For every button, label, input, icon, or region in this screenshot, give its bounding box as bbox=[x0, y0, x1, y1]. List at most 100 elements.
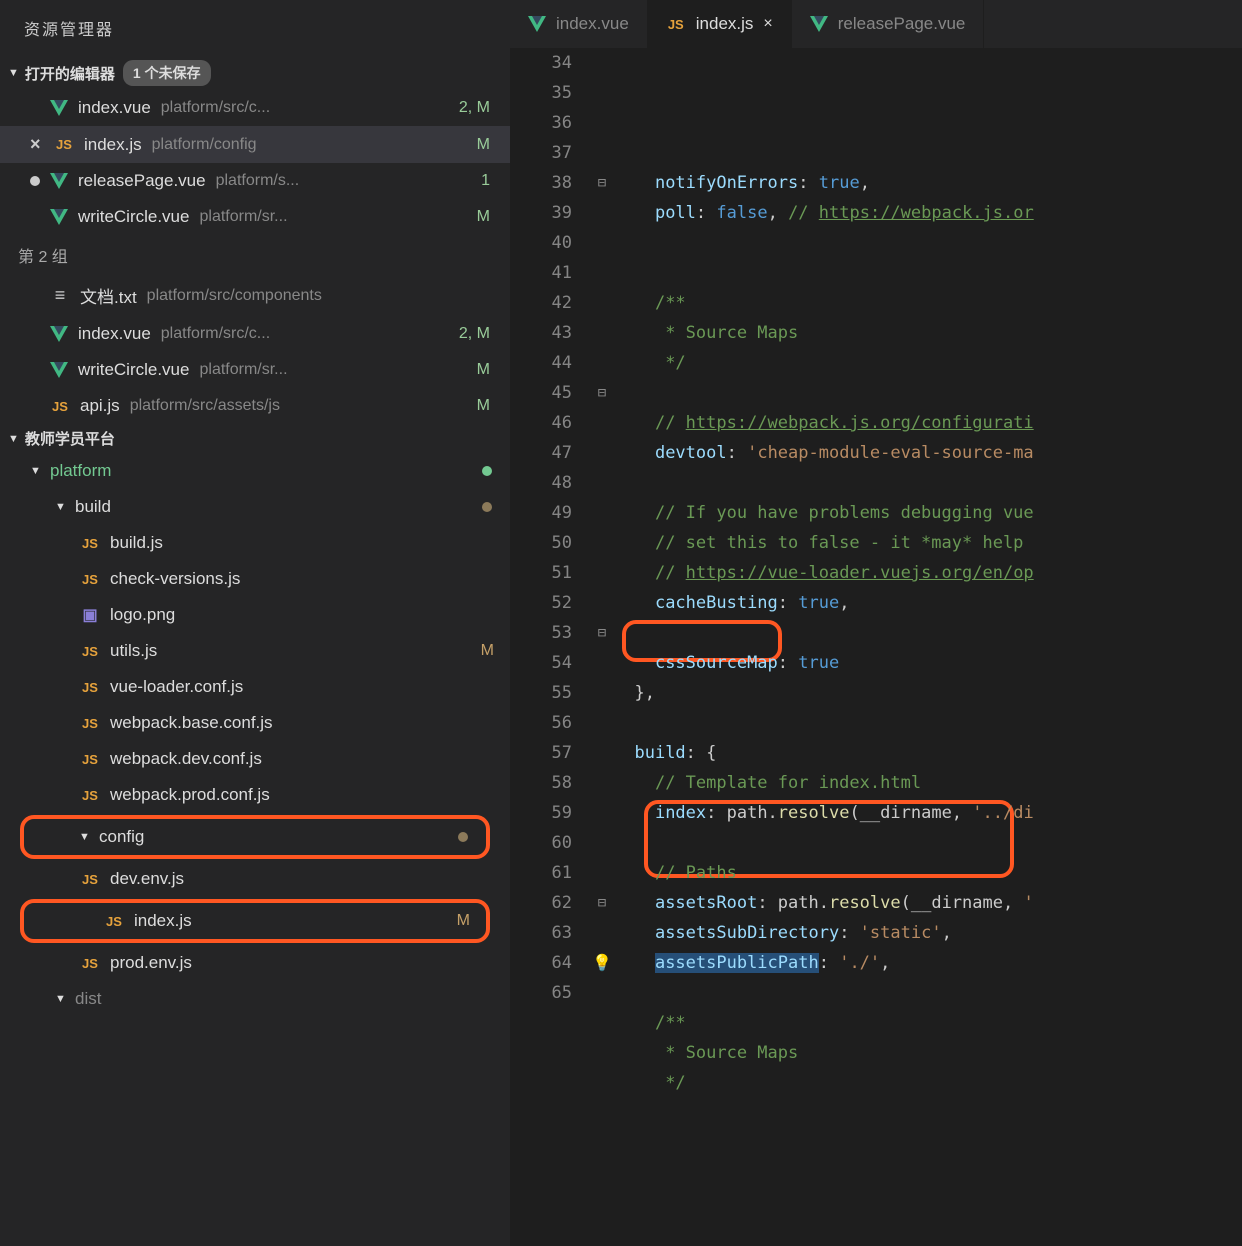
line-number: 41 bbox=[510, 258, 572, 288]
code-line[interactable]: // https://webpack.js.org/configurati bbox=[614, 408, 1242, 438]
line-number: 50 bbox=[510, 528, 572, 558]
file-item[interactable]: JSwebpack.prod.conf.js bbox=[0, 777, 510, 813]
code-line[interactable] bbox=[614, 618, 1242, 648]
code-line[interactable]: assetsRoot: path.resolve(__dirname, ' bbox=[614, 888, 1242, 918]
code-line[interactable]: notifyOnErrors: true, bbox=[614, 168, 1242, 198]
code-line[interactable] bbox=[614, 258, 1242, 288]
file-item[interactable]: JSindex.jsM bbox=[24, 903, 486, 939]
code-line[interactable]: poll: false, // https://webpack.js.or bbox=[614, 198, 1242, 228]
code-line[interactable]: // Template for index.html bbox=[614, 768, 1242, 798]
code-line[interactable]: 💡 assetsPublicPath: './', bbox=[614, 948, 1242, 978]
open-editor-item[interactable]: writeCircle.vueplatform/sr...M bbox=[0, 199, 510, 235]
folder-name: dist bbox=[75, 989, 101, 1009]
fold-icon[interactable]: ⊟ bbox=[590, 168, 614, 198]
file-item[interactable]: JSbuild.js bbox=[0, 525, 510, 561]
fold-icon[interactable]: ⊟ bbox=[590, 888, 614, 918]
lightbulb-icon[interactable]: 💡 bbox=[592, 948, 612, 978]
open-editors-header[interactable]: ▼ 打开的编辑器 1 个未保存 bbox=[0, 56, 510, 90]
folder-item[interactable]: ▼build bbox=[0, 489, 510, 525]
highlight-annotation: ▼config bbox=[20, 815, 490, 859]
code-line[interactable]: * Source Maps bbox=[614, 318, 1242, 348]
editor-group-label: 第 2 组 bbox=[0, 235, 510, 275]
code-line[interactable] bbox=[614, 228, 1242, 258]
code-line[interactable] bbox=[614, 978, 1242, 1008]
chevron-down-icon: ▼ bbox=[30, 465, 40, 477]
file-path: platform/src/c... bbox=[161, 99, 449, 117]
code-line[interactable] bbox=[614, 378, 1242, 408]
code-line[interactable]: devtool: 'cheap-module-eval-source-ma bbox=[614, 438, 1242, 468]
file-name: index.vue bbox=[78, 324, 151, 344]
explorer-sidebar: 资源管理器 ▼ 打开的编辑器 1 个未保存 index.vueplatform/… bbox=[0, 0, 510, 1246]
code-line[interactable]: cacheBusting: true, bbox=[614, 588, 1242, 618]
code-line[interactable]: // set this to false - it *may* help bbox=[614, 528, 1242, 558]
editor-tab[interactable]: JSindex.js× bbox=[648, 0, 792, 48]
editor-tab[interactable]: index.vue bbox=[510, 0, 648, 48]
file-item[interactable]: JSdev.env.js bbox=[0, 861, 510, 897]
vcs-dot-icon bbox=[482, 466, 492, 476]
file-item[interactable]: JSvue-loader.conf.js bbox=[0, 669, 510, 705]
open-editor-item[interactable]: writeCircle.vueplatform/sr...M bbox=[0, 352, 510, 388]
code-content[interactable]: notifyOnErrors: true, poll: false, // ht… bbox=[614, 48, 1242, 1246]
code-line[interactable] bbox=[614, 708, 1242, 738]
js-icon: JS bbox=[50, 396, 70, 416]
js-icon: JS bbox=[80, 749, 100, 769]
editor-tab[interactable]: releasePage.vue bbox=[792, 0, 985, 48]
file-item[interactable]: JSwebpack.base.conf.js bbox=[0, 705, 510, 741]
file-item[interactable]: JSwebpack.dev.conf.js bbox=[0, 741, 510, 777]
code-line[interactable]: }, bbox=[614, 678, 1242, 708]
code-line[interactable]: build: { bbox=[614, 738, 1242, 768]
line-number: 52 bbox=[510, 588, 572, 618]
tab-label: index.vue bbox=[556, 14, 629, 34]
fold-icon[interactable]: ⊟ bbox=[590, 618, 614, 648]
file-name: index.js bbox=[84, 135, 142, 155]
fold-spacer bbox=[590, 198, 614, 228]
code-line[interactable]: // Paths bbox=[614, 858, 1242, 888]
code-line[interactable]: // https://vue-loader.vuejs.org/en/op bbox=[614, 558, 1242, 588]
folder-item[interactable]: ▼config bbox=[24, 819, 486, 855]
line-number: 37 bbox=[510, 138, 572, 168]
code-editor[interactable]: 3435363738394041424344454647484950515253… bbox=[510, 48, 1242, 1246]
fold-spacer bbox=[590, 708, 614, 738]
code-line[interactable]: // If you have problems debugging vue bbox=[614, 498, 1242, 528]
open-editor-item[interactable]: JSapi.jsplatform/src/assets/jsM bbox=[0, 388, 510, 424]
open-editor-item[interactable]: ×JSindex.jsplatform/configM bbox=[0, 126, 510, 163]
open-editor-item[interactable]: 文档.txtplatform/src/components bbox=[0, 275, 510, 316]
line-number: 59 bbox=[510, 798, 572, 828]
code-line[interactable]: */ bbox=[614, 1068, 1242, 1098]
file-item[interactable]: logo.png bbox=[0, 597, 510, 633]
close-icon[interactable]: × bbox=[30, 134, 44, 155]
code-line[interactable]: /** bbox=[614, 288, 1242, 318]
code-line[interactable]: index: path.resolve(__dirname, '../di bbox=[614, 798, 1242, 828]
code-line[interactable] bbox=[614, 1098, 1242, 1128]
code-line[interactable]: assetsSubDirectory: 'static', bbox=[614, 918, 1242, 948]
vue-icon bbox=[528, 16, 546, 32]
js-icon: JS bbox=[80, 641, 100, 661]
folder-item[interactable]: ▼dist bbox=[0, 981, 510, 1017]
code-line[interactable]: */ bbox=[614, 348, 1242, 378]
code-line[interactable] bbox=[614, 828, 1242, 858]
js-icon: JS bbox=[104, 911, 124, 931]
vue-icon bbox=[810, 16, 828, 32]
fold-spacer bbox=[590, 348, 614, 378]
code-line[interactable]: * Source Maps bbox=[614, 1038, 1242, 1068]
folder-item[interactable]: ▼platform bbox=[0, 453, 510, 489]
tab-bar: index.vue JSindex.js×releasePage.vue bbox=[510, 0, 1242, 48]
workspace-header[interactable]: ▼ 教师学员平台 bbox=[0, 424, 510, 453]
js-icon: JS bbox=[80, 677, 100, 697]
close-icon[interactable]: × bbox=[763, 15, 772, 33]
fold-icon[interactable]: ⊟ bbox=[590, 378, 614, 408]
file-item[interactable]: JSutils.jsM bbox=[0, 633, 510, 669]
file-item[interactable]: JScheck-versions.js bbox=[0, 561, 510, 597]
code-line[interactable] bbox=[614, 468, 1242, 498]
code-line[interactable]: /** bbox=[614, 1008, 1242, 1038]
open-editor-item[interactable]: releasePage.vueplatform/s...1 bbox=[0, 163, 510, 199]
js-icon: JS bbox=[666, 14, 686, 34]
file-name: writeCircle.vue bbox=[78, 207, 189, 227]
file-item[interactable]: JSprod.env.js bbox=[0, 945, 510, 981]
code-line[interactable]: cssSourceMap: true bbox=[614, 648, 1242, 678]
vue-icon bbox=[50, 173, 68, 189]
open-editor-item[interactable]: index.vueplatform/src/c...2, M bbox=[0, 316, 510, 352]
fold-spacer bbox=[590, 408, 614, 438]
open-editor-item[interactable]: index.vueplatform/src/c...2, M bbox=[0, 90, 510, 126]
fold-spacer bbox=[590, 798, 614, 828]
